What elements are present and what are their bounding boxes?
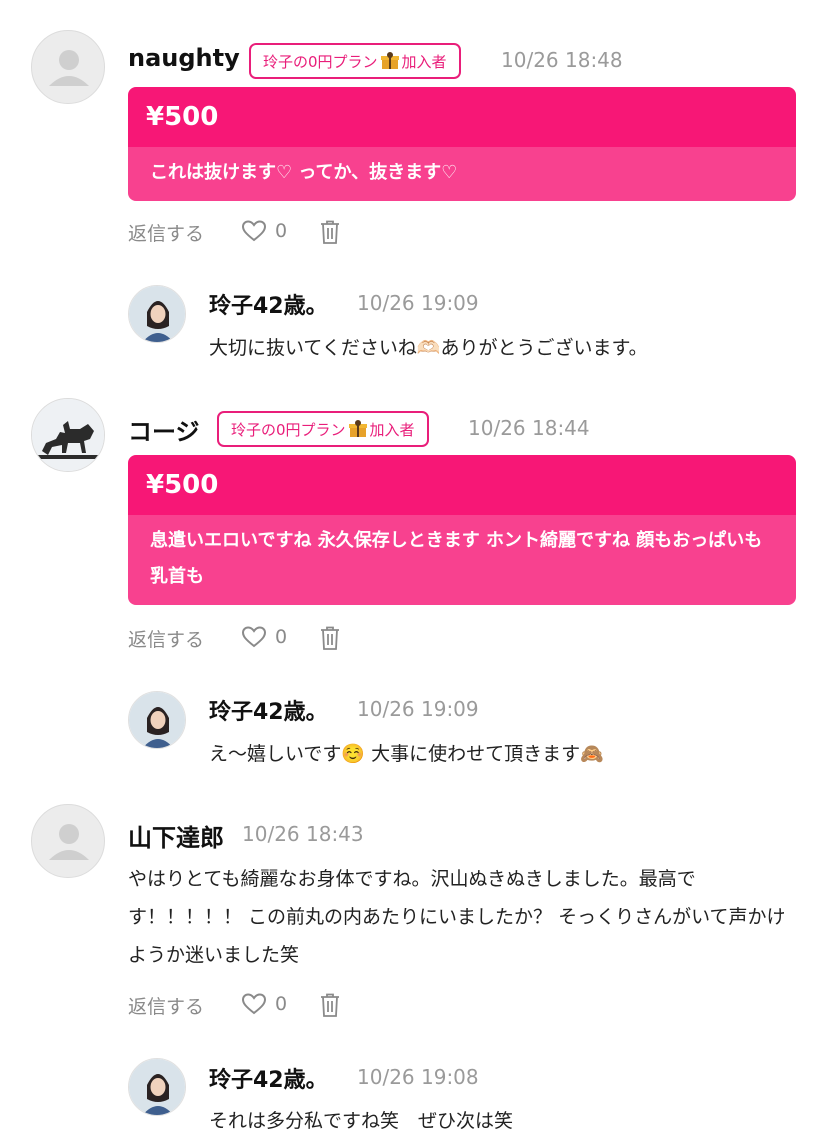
comment-time: 10/26 18:43 bbox=[242, 822, 364, 846]
delete-button[interactable] bbox=[319, 992, 341, 1018]
comment-time: 10/26 18:44 bbox=[468, 416, 590, 440]
tip-box: ¥500 これは抜けます♡ ってか、抜きます♡ bbox=[128, 87, 796, 201]
horse-statue-icon bbox=[32, 399, 104, 471]
tip-message: これは抜けます♡ ってか、抜きます♡ bbox=[128, 147, 796, 201]
gift-icon bbox=[380, 51, 400, 71]
reply-button[interactable]: 返信する bbox=[128, 219, 204, 246]
reply-button[interactable]: 返信する bbox=[128, 992, 204, 1019]
reply-author[interactable]: 玲子42歳。 bbox=[209, 288, 328, 320]
reply-text: それは多分私ですね笑 ぜひ次は笑 bbox=[209, 1110, 514, 1132]
tip-box: ¥500 息遣いエロいですね 永久保存しときます ホント綺麗ですね 顔もおっぱい… bbox=[128, 455, 796, 605]
comment-time: 10/26 18:48 bbox=[501, 48, 623, 72]
gift-icon bbox=[348, 419, 368, 439]
comment-text: やはりとても綺麗なお身体ですね。沢山ぬきぬきしました。最高です！！！！！ この前… bbox=[128, 868, 786, 966]
heart-icon bbox=[241, 626, 267, 648]
avatar[interactable] bbox=[31, 398, 105, 472]
avatar[interactable] bbox=[31, 30, 105, 104]
plan-badge: 玲子の0円プラン 加入者 bbox=[217, 411, 429, 447]
badge-suffix: 加入者 bbox=[401, 52, 447, 71]
reply-author[interactable]: 玲子42歳。 bbox=[209, 694, 328, 726]
comment-author[interactable]: 山下達郎 bbox=[128, 818, 224, 853]
person-placeholder-icon bbox=[49, 824, 89, 860]
comment-author[interactable]: コージ bbox=[128, 412, 200, 447]
reply-button[interactable]: 返信する bbox=[128, 625, 204, 652]
badge-label: 玲子の0円プラン bbox=[231, 420, 346, 439]
like-count: 0 bbox=[275, 626, 288, 648]
reply-author[interactable]: 玲子42歳。 bbox=[209, 1062, 328, 1094]
tip-amount: ¥500 bbox=[128, 455, 796, 515]
plan-badge: 玲子の0円プラン 加入者 bbox=[249, 43, 461, 79]
woman-photo-icon bbox=[129, 286, 185, 342]
reply-text: 大切に抜いてくださいね🫶🏻ありがとうございます。 bbox=[209, 337, 648, 359]
trash-icon bbox=[321, 626, 339, 650]
reply-avatar[interactable] bbox=[128, 1058, 186, 1116]
reply-text: え〜嬉しいです☺️ 大事に使わせて頂きます🙈 bbox=[209, 743, 604, 765]
heart-icon bbox=[241, 220, 267, 242]
delete-button[interactable] bbox=[319, 625, 341, 651]
woman-photo-icon bbox=[129, 1059, 185, 1115]
reply-avatar[interactable] bbox=[128, 691, 186, 749]
reply-time: 10/26 19:08 bbox=[357, 1065, 479, 1089]
trash-icon bbox=[321, 220, 339, 244]
delete-button[interactable] bbox=[319, 219, 341, 245]
like-button[interactable]: 0 bbox=[241, 219, 287, 243]
heart-icon bbox=[241, 993, 267, 1015]
avatar[interactable] bbox=[31, 804, 105, 878]
reply-avatar[interactable] bbox=[128, 285, 186, 343]
badge-label: 玲子の0円プラン bbox=[263, 52, 378, 71]
like-button[interactable]: 0 bbox=[241, 992, 287, 1016]
trash-icon bbox=[321, 993, 339, 1017]
tip-message: 息遣いエロいですね 永久保存しときます ホント綺麗ですね 顔もおっぱいも乳首も bbox=[128, 515, 796, 605]
person-placeholder-icon bbox=[49, 50, 89, 86]
badge-suffix: 加入者 bbox=[369, 420, 415, 439]
like-button[interactable]: 0 bbox=[241, 625, 287, 649]
comment-author[interactable]: naughty bbox=[128, 44, 240, 72]
like-count: 0 bbox=[275, 220, 288, 242]
reply-time: 10/26 19:09 bbox=[357, 697, 479, 721]
woman-photo-icon bbox=[129, 692, 185, 748]
like-count: 0 bbox=[275, 993, 288, 1015]
tip-amount: ¥500 bbox=[128, 87, 796, 147]
reply-time: 10/26 19:09 bbox=[357, 291, 479, 315]
